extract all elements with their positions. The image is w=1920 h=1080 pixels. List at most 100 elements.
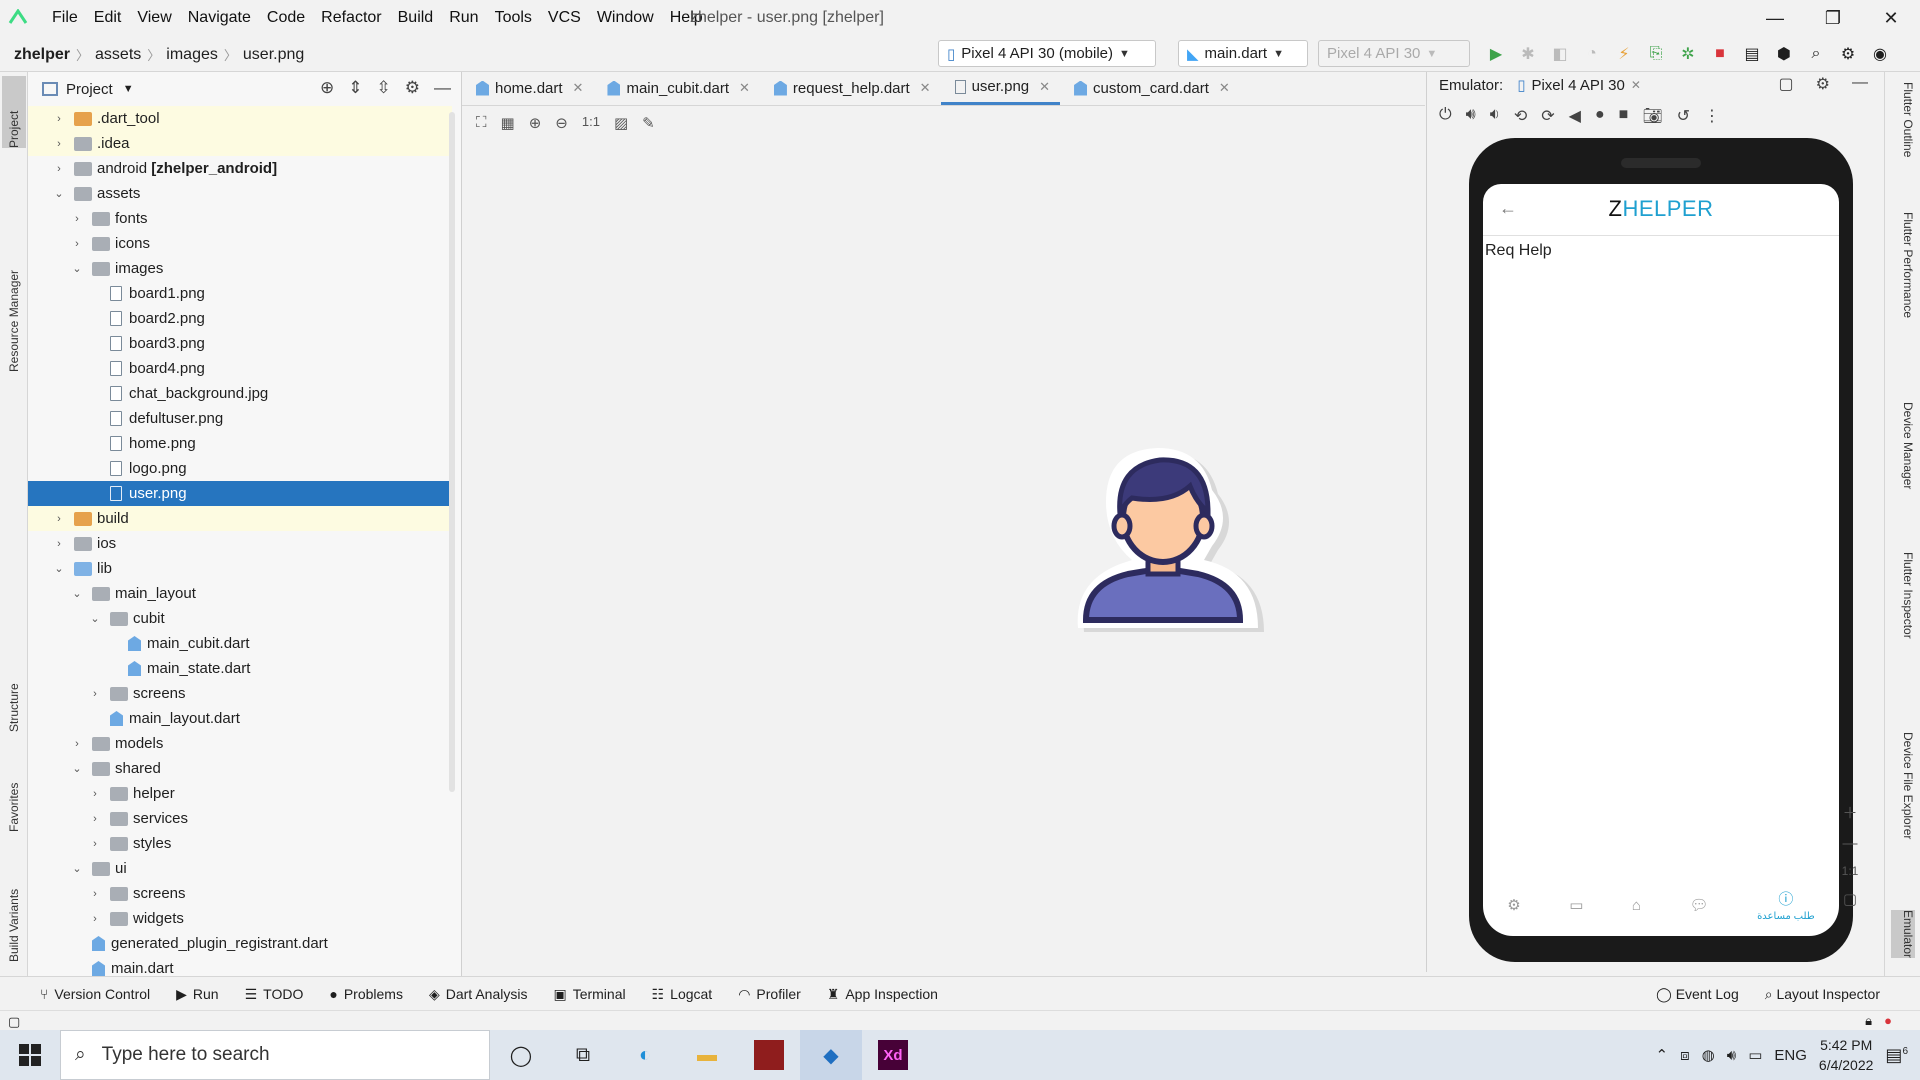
notification-icon[interactable]: ▤6 — [1885, 1045, 1908, 1066]
volume-down-icon[interactable]: 🔉︎ — [1490, 106, 1500, 126]
apply-changes-icon[interactable]: ⎘ — [1644, 42, 1668, 66]
clock[interactable]: 5:42 PM 6/4/2022 — [1819, 1035, 1874, 1075]
gear-icon[interactable]: ⚙ — [405, 78, 420, 98]
menu-window[interactable]: Window — [589, 9, 662, 27]
tool-windows-toggle-icon[interactable]: ▢ — [8, 1014, 20, 1030]
actual-size-button[interactable]: 1:1 — [582, 114, 600, 132]
tab-build-variants[interactable]: Build Variants — [2, 852, 26, 962]
tab-flutter-outline[interactable]: Flutter Outline — [1891, 82, 1915, 157]
nav-home[interactable]: ⌂ — [1632, 897, 1641, 914]
tool-version-control[interactable]: ⑂ Version Control — [40, 986, 150, 1002]
chevron-right-icon[interactable]: › — [88, 788, 102, 800]
settings-icon[interactable]: ⚙ — [1836, 42, 1860, 66]
chevron-right-icon[interactable]: › — [52, 138, 66, 150]
tree-item[interactable]: › models — [28, 731, 452, 756]
chessboard-icon[interactable]: ▨ — [614, 114, 628, 132]
chevron-right-icon[interactable]: › — [70, 738, 84, 750]
tree-item[interactable]: main_cubit.dart — [28, 631, 452, 656]
breadcrumb-project[interactable]: zhelper — [14, 46, 70, 64]
tree-item[interactable]: › screens — [28, 681, 452, 706]
chevron-down-icon[interactable]: ▼ — [123, 83, 134, 95]
hot-reload-icon[interactable]: ⚡ — [1612, 42, 1636, 66]
task-view-icon[interactable]: ⧉ — [552, 1030, 614, 1080]
tab-project[interactable]: Project — [2, 76, 26, 148]
chevron-right-icon[interactable]: › — [52, 538, 66, 550]
edge-icon[interactable]: ◐ — [614, 1030, 676, 1080]
chevron-right-icon[interactable]: › — [88, 813, 102, 825]
tab-flutter-performance[interactable]: Flutter Performance — [1891, 212, 1915, 318]
search-icon[interactable]: ⌕ — [1804, 42, 1828, 66]
menu-file[interactable]: File — [44, 9, 86, 27]
taskbar-search[interactable]: ⌕ Type here to search — [60, 1030, 490, 1080]
tree-item[interactable]: › ios — [28, 531, 452, 556]
tree-item[interactable]: ⌄ ui — [28, 856, 452, 881]
tab-favorites[interactable]: Favorites — [2, 752, 26, 832]
tool-logcat[interactable]: ☷ Logcat — [652, 986, 713, 1003]
attach-debugger-icon[interactable]: ✲ — [1676, 42, 1700, 66]
tree-item[interactable]: › screens — [28, 881, 452, 906]
tab-structure[interactable]: Structure — [2, 652, 26, 732]
chevron-right-icon[interactable]: › — [70, 213, 84, 225]
chevron-right-icon[interactable]: › — [88, 913, 102, 925]
breadcrumb-images[interactable]: images — [166, 46, 218, 64]
close-tab-icon[interactable]: ✕ — [573, 80, 584, 96]
chevron-up-icon[interactable]: ⌃ — [1656, 1046, 1669, 1064]
chevron-down-icon[interactable]: ⌄ — [70, 762, 84, 775]
fit-screen-icon[interactable]: ▢ — [1843, 890, 1857, 908]
tool-run[interactable]: ▶ Run — [176, 986, 218, 1003]
editor-tab[interactable]: main_cubit.dart ✕ — [593, 71, 759, 105]
rotate-left-icon[interactable]: ⟲ — [1514, 106, 1527, 126]
profile-avatar-icon[interactable]: ◉ — [1868, 42, 1892, 66]
cortana-icon[interactable]: ◯ — [490, 1030, 552, 1080]
editor-tab[interactable]: request_help.dart ✕ — [760, 71, 941, 105]
tree-item[interactable]: ⌄ lib — [28, 556, 452, 581]
zoom-in-icon[interactable]: ⊕ — [529, 114, 542, 132]
language-indicator[interactable]: ENG — [1774, 1047, 1807, 1064]
tool-app-inspection[interactable]: ♜ App Inspection — [827, 986, 938, 1003]
tree-item[interactable]: › icons — [28, 231, 452, 256]
file-explorer-icon[interactable]: ▬ — [676, 1030, 738, 1080]
project-view-label[interactable]: Project — [66, 81, 113, 98]
tool-todo[interactable]: ☰ TODO — [245, 986, 304, 1003]
editor-tab[interactable]: home.dart ✕ — [462, 71, 593, 105]
sdk-manager-icon[interactable]: ⬢ — [1772, 42, 1796, 66]
close-icon[interactable]: ✕ — [1631, 78, 1641, 92]
camera-icon[interactable]: 📷︎ — [1642, 106, 1662, 126]
expand-all-icon[interactable]: ⇕ — [348, 78, 362, 98]
close-tab-icon[interactable]: ✕ — [1219, 80, 1230, 96]
lock-icon[interactable]: 🔒︎ — [1865, 1013, 1872, 1029]
close-tab-icon[interactable]: ✕ — [920, 80, 931, 96]
nav-cards[interactable]: ▭ — [1569, 896, 1583, 914]
minimize-icon[interactable]: — — [1746, 0, 1804, 36]
editor-tab[interactable]: custom_card.dart ✕ — [1060, 71, 1240, 105]
project-scrollbar[interactable] — [449, 112, 455, 792]
tree-item[interactable]: › android [zhelper_android] — [28, 156, 452, 181]
snapshot-icon[interactable]: ↺ — [1677, 106, 1690, 126]
back-icon[interactable]: ◀ — [1569, 106, 1581, 126]
menu-refactor[interactable]: Refactor — [313, 9, 389, 27]
menu-tools[interactable]: Tools — [487, 9, 540, 27]
breadcrumb-assets[interactable]: assets — [95, 46, 141, 64]
tree-item[interactable]: › services — [28, 806, 452, 831]
window-mode-icon[interactable]: ▢ — [1779, 74, 1794, 94]
hide-icon[interactable]: — — [1852, 74, 1868, 94]
rotate-right-icon[interactable]: ⟳ — [1541, 106, 1554, 126]
chevron-right-icon[interactable]: › — [88, 688, 102, 700]
menu-code[interactable]: Code — [259, 9, 313, 27]
tool-terminal[interactable]: ▣ Terminal — [553, 986, 625, 1003]
menu-edit[interactable]: Edit — [86, 9, 130, 27]
chevron-down-icon[interactable]: ⌄ — [52, 187, 66, 200]
menu-navigate[interactable]: Navigate — [180, 9, 259, 27]
tree-item[interactable]: › styles — [28, 831, 452, 856]
tool-layout-inspector[interactable]: ⌕ Layout Inspector — [1765, 986, 1880, 1003]
zoom-out-icon[interactable]: ⊖ — [555, 114, 568, 132]
network-device-icon[interactable]: ⧈ — [1680, 1047, 1690, 1064]
tool-problems[interactable]: ● Problems — [329, 986, 403, 1002]
tree-item[interactable]: board3.png — [28, 331, 452, 356]
tree-item[interactable]: board2.png — [28, 306, 452, 331]
more-icon[interactable]: ⋮ — [1704, 106, 1720, 126]
chevron-down-icon[interactable]: ⌄ — [70, 587, 84, 600]
fit-zoom-icon[interactable]: ⛶ — [476, 114, 487, 132]
tree-item[interactable]: ⌄ cubit — [28, 606, 452, 631]
close-tab-icon[interactable]: ✕ — [739, 80, 750, 96]
